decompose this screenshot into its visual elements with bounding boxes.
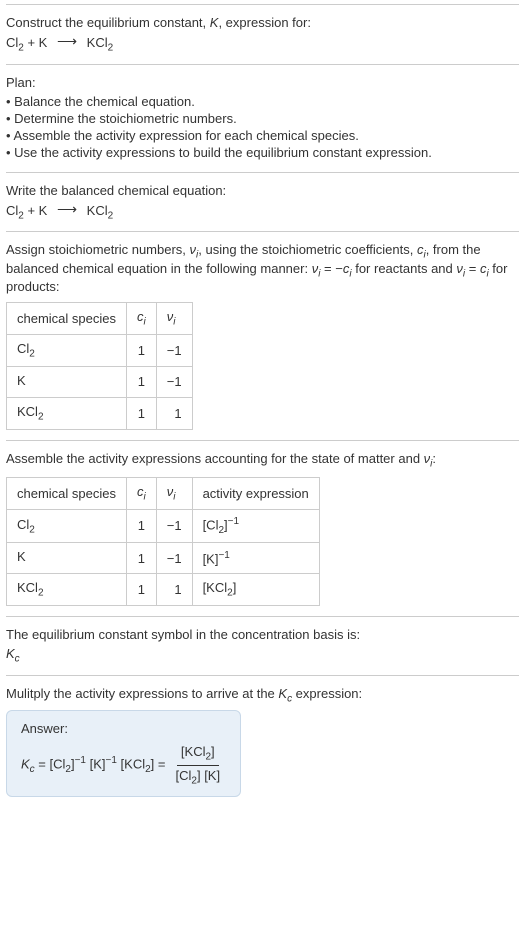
plan-item: • Determine the stoichiometric numbers. <box>6 111 519 126</box>
td-nu: 1 <box>156 398 192 430</box>
assign-section: Assign stoichiometric numbers, νi , using… <box>6 231 519 440</box>
assign-relreac: = − <box>320 261 342 276</box>
td-nu: 1 <box>156 574 192 606</box>
arrow-icon: ⟶ <box>57 201 77 218</box>
th-c: ci <box>127 478 157 510</box>
td-species: KCl2 <box>7 398 127 430</box>
arrow-icon: ⟶ <box>57 33 77 50</box>
assemble-text: Assemble the activity expressions accoun… <box>6 451 519 470</box>
symbol-section: The equilibrium constant symbol in the c… <box>6 616 519 675</box>
title-text-1: Construct the equilibrium constant, <box>6 15 210 30</box>
title-line: Construct the equilibrium constant, K, e… <box>6 15 519 30</box>
eq-reactant1: Cl <box>6 35 18 50</box>
multiply-section: Mulitply the activity expressions to arr… <box>6 675 519 808</box>
td-c: 1 <box>127 334 157 366</box>
td-species: Cl2 <box>7 509 127 542</box>
td-nu: −1 <box>156 366 192 398</box>
td-species: K <box>7 542 127 574</box>
plan-section: Plan: • Balance the chemical equation. •… <box>6 64 519 172</box>
eq-product-sub: 2 <box>108 43 114 54</box>
td-activity: [KCl2] <box>192 574 319 606</box>
eq-plus: + K <box>24 35 51 50</box>
td-c: 1 <box>127 542 157 574</box>
plan-item: • Balance the chemical equation. <box>6 94 519 109</box>
table-row: K 1 −1 [K]−1 <box>7 542 320 574</box>
td-activity: [K]−1 <box>192 542 319 574</box>
unbalanced-equation: Cl2 + K ⟶ KCl2 <box>6 34 519 54</box>
td-nu: −1 <box>156 542 192 574</box>
td-nu: −1 <box>156 334 192 366</box>
table-row: KCl2 1 1 [KCl2] <box>7 574 320 606</box>
activity-table: chemical species ci νi activity expressi… <box>6 477 320 606</box>
answer-label: Answer: <box>21 721 226 736</box>
assign-t4: for reactants and <box>352 261 457 276</box>
balanced-intro: Write the balanced chemical equation: <box>6 183 519 198</box>
stoich-table: chemical species ci νi Cl2 1 −1 K 1 −1 K… <box>6 302 193 429</box>
plan-item: • Assemble the activity expression for e… <box>6 128 519 143</box>
assemble-t2: : <box>432 451 436 466</box>
eq-product: KCl <box>83 35 108 50</box>
mult-t2: expression: <box>292 686 362 701</box>
th-nu: νi <box>156 303 192 335</box>
td-c: 1 <box>127 398 157 430</box>
balanced-section: Write the balanced chemical equation: Cl… <box>6 172 519 232</box>
symbol-text: The equilibrium constant symbol in the c… <box>6 627 519 642</box>
td-c: 1 <box>127 366 157 398</box>
kc-c: c <box>15 654 20 665</box>
td-species: Cl2 <box>7 334 127 366</box>
th-activity: activity expression <box>192 478 319 510</box>
table-row: Cl2 1 −1 [Cl2]−1 <box>7 509 320 542</box>
td-c: 1 <box>127 574 157 606</box>
th-c: ci <box>127 303 157 335</box>
kc-K: K <box>6 646 15 661</box>
assign-text: Assign stoichiometric numbers, νi, using… <box>6 242 519 294</box>
plan-list: • Balance the chemical equation. • Deter… <box>6 94 519 160</box>
beq-product-sub: 2 <box>108 210 114 221</box>
beq-product: KCl <box>83 203 108 218</box>
plan-label: Plan: <box>6 75 519 90</box>
th-nu: νi <box>156 478 192 510</box>
ans-lhs: Kc = [Cl2]−1 [K]−1 [KCl2] = <box>21 755 166 775</box>
td-nu: −1 <box>156 509 192 542</box>
td-species: KCl2 <box>7 574 127 606</box>
beq-plus: + K <box>24 203 51 218</box>
assign-t2: , using the stoichiometric coefficients, <box>198 242 417 257</box>
header-section: Construct the equilibrium constant, K, e… <box>6 4 519 64</box>
assemble-t1: Assemble the activity expressions accoun… <box>6 451 424 466</box>
mult-t1: Mulitply the activity expressions to arr… <box>6 686 278 701</box>
td-species: K <box>7 366 127 398</box>
th-species: chemical species <box>7 303 127 335</box>
table-row: KCl2 1 1 <box>7 398 193 430</box>
assemble-section: Assemble the activity expressions accoun… <box>6 440 519 616</box>
assign-relprod: = <box>465 261 480 276</box>
answer-box: Answer: Kc = [Cl2]−1 [K]−1 [KCl2] = [KCl… <box>6 710 241 797</box>
frac-denominator: [Cl2] [K] <box>172 766 225 787</box>
td-activity: [Cl2]−1 <box>192 509 319 542</box>
frac-numerator: [KCl2] <box>177 744 219 766</box>
th-species: chemical species <box>7 478 127 510</box>
assign-t1: Assign stoichiometric numbers, <box>6 242 190 257</box>
beq-reactant1: Cl <box>6 203 18 218</box>
table-row: K 1 −1 <box>7 366 193 398</box>
td-c: 1 <box>127 509 157 542</box>
table-row: Cl2 1 −1 <box>7 334 193 366</box>
table-header-row: chemical species ci νi activity expressi… <box>7 478 320 510</box>
ans-fraction: [KCl2] [Cl2] [K] <box>172 744 225 786</box>
answer-equation: Kc = [Cl2]−1 [K]−1 [KCl2] = [KCl2] [Cl2]… <box>21 744 226 786</box>
multiply-text: Mulitply the activity expressions to arr… <box>6 686 519 705</box>
mult-K: K <box>278 686 287 701</box>
title-text-2: , expression for: <box>218 15 311 30</box>
balanced-equation: Cl2 + K ⟶ KCl2 <box>6 202 519 222</box>
table-header-row: chemical species ci νi <box>7 303 193 335</box>
plan-item: • Use the activity expressions to build … <box>6 145 519 160</box>
symbol-kc: Kc <box>6 646 519 665</box>
